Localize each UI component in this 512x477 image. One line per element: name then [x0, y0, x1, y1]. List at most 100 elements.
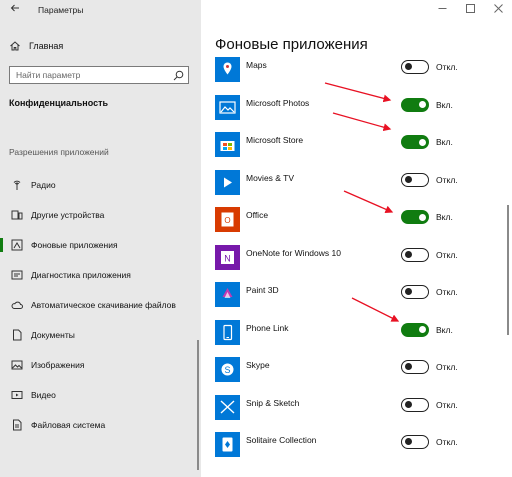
close-icon	[493, 4, 503, 13]
file-system-icon	[13, 419, 22, 431]
toggle-knob	[418, 326, 426, 333]
paint3d-icon	[215, 282, 240, 307]
maximize-icon	[465, 4, 475, 13]
section-title: Конфиденциальность	[9, 98, 109, 108]
app-row: Microsoft Photos Вкл.	[215, 91, 495, 129]
minimize-icon	[438, 8, 446, 9]
toggle-knob	[418, 138, 426, 146]
app-name: Solitaire Collection	[246, 435, 317, 445]
video-icon	[11, 391, 23, 399]
toggle-state-label: Вкл.	[436, 324, 453, 335]
sidebar-item-radio[interactable]: Радио	[0, 170, 201, 200]
sidebar-item-video[interactable]: Видео	[0, 380, 201, 410]
background-toggle[interactable]	[401, 210, 429, 224]
devices-icon	[11, 210, 23, 220]
app-name: Snip & Sketch	[246, 397, 300, 408]
toggle-knob	[405, 250, 412, 258]
background-toggle[interactable]	[401, 397, 429, 412]
sidebar-nav: Радио Другие устройства Фоновые приложен…	[0, 170, 201, 440]
sidebar-item-label: Изображения	[31, 360, 85, 370]
home-link[interactable]: Главная	[9, 39, 63, 53]
background-toggle[interactable]	[401, 285, 429, 299]
sidebar-item-background-apps[interactable]: Фоновые приложения	[0, 230, 201, 260]
app-name: Microsoft Photos	[246, 97, 310, 108]
background-toggle[interactable]	[401, 322, 429, 337]
app-name: Movies & TV	[246, 172, 295, 183]
sidebar-item-label: Радио	[31, 180, 56, 190]
toggle-knob	[405, 175, 412, 183]
movies-icon	[215, 169, 240, 195]
sidebar-item-label: Другие устройства	[31, 210, 105, 220]
snip-icon	[215, 394, 240, 420]
sidebar-item-label: Файловая система	[31, 420, 106, 430]
toggle-knob	[405, 400, 412, 408]
toggle-knob	[405, 288, 412, 295]
app-row: N OneNote for Windows 10 Откл.	[215, 241, 495, 279]
app-name: Microsoft Store	[246, 135, 304, 145]
app-name: Office	[246, 210, 269, 220]
svg-text:N: N	[224, 253, 231, 263]
group-title: Разрешения приложений	[9, 147, 109, 157]
background-toggle[interactable]	[401, 60, 429, 74]
toggle-state-label: Откл.	[436, 437, 458, 447]
close-button[interactable]	[484, 0, 512, 20]
app-row: Phone Link Вкл.	[215, 316, 495, 354]
onenote-icon: N	[215, 244, 240, 270]
background-toggle[interactable]	[401, 435, 429, 449]
toggle-state-label: Вкл.	[436, 137, 453, 147]
home-icon	[10, 41, 20, 51]
app-row: Paint 3D Откл.	[215, 278, 495, 316]
sidebar-item-documents[interactable]: Документы	[0, 320, 201, 350]
phone-link-icon	[215, 319, 240, 345]
app-list: Maps Откл. Microsoft Photos Вкл. Microsoft S…	[215, 53, 495, 466]
maps-icon	[215, 57, 240, 82]
minimize-button[interactable]	[428, 0, 456, 20]
maximize-button[interactable]	[456, 0, 484, 20]
skype-icon: S	[215, 357, 240, 382]
office-icon: O	[215, 207, 240, 232]
sidebar-scrollbar[interactable]	[197, 340, 199, 470]
back-arrow-icon	[10, 4, 19, 12]
app-name: OneNote for Windows 10	[246, 247, 341, 258]
photos-icon	[215, 94, 240, 120]
toggle-state-label: Откл.	[436, 399, 458, 410]
main-panel: Фоновые приложения Maps Откл. Microsoft Ph…	[201, 0, 512, 477]
search-icon[interactable]	[173, 70, 184, 81]
app-row: Maps Откл.	[215, 53, 495, 91]
back-button[interactable]	[8, 3, 22, 17]
store-icon	[215, 132, 240, 157]
background-toggle[interactable]	[401, 135, 429, 149]
sidebar-item-label: Документы	[31, 330, 75, 340]
background-toggle[interactable]	[401, 360, 429, 374]
app-row: Solitaire Collection Откл.	[215, 428, 495, 466]
sidebar-item-images[interactable]: Изображения	[0, 350, 201, 380]
sidebar-item-label: Диагностика приложения	[31, 270, 131, 280]
home-label: Главная	[29, 41, 64, 51]
svg-text:O: O	[224, 216, 230, 225]
cloud-icon	[11, 301, 23, 309]
background-toggle[interactable]	[401, 247, 429, 262]
app-row: Movies & TV Откл.	[215, 166, 495, 204]
sidebar-item-auto-download[interactable]: Автоматическое скачивание файлов	[0, 290, 201, 320]
toggle-state-label: Вкл.	[436, 99, 453, 110]
solitaire-icon	[215, 432, 240, 457]
search-box[interactable]	[9, 66, 189, 84]
app-name: Maps	[246, 60, 267, 70]
toggle-state-label: Откл.	[436, 287, 458, 297]
search-input[interactable]	[16, 69, 166, 81]
main-scrollbar[interactable]	[507, 205, 509, 335]
radio-icon	[13, 180, 21, 190]
toggle-knob	[405, 438, 412, 445]
sidebar-item-file-system[interactable]: Файловая система	[0, 410, 201, 440]
app-row: Snip & Sketch Откл.	[215, 391, 495, 429]
document-icon	[13, 329, 22, 341]
background-toggle[interactable]	[401, 97, 429, 112]
sidebar-item-label: Фоновые приложения	[31, 240, 118, 250]
sidebar-item-other-devices[interactable]: Другие устройства	[0, 200, 201, 230]
background-toggle[interactable]	[401, 172, 429, 187]
sidebar-item-label: Автоматическое скачивание файлов	[31, 300, 176, 310]
toggle-knob	[405, 63, 412, 70]
sidebar-item-app-diagnostics[interactable]: Диагностика приложения	[0, 260, 201, 290]
app-row: O Office Вкл.	[215, 203, 495, 241]
toggle-state-label: Откл.	[436, 174, 458, 185]
